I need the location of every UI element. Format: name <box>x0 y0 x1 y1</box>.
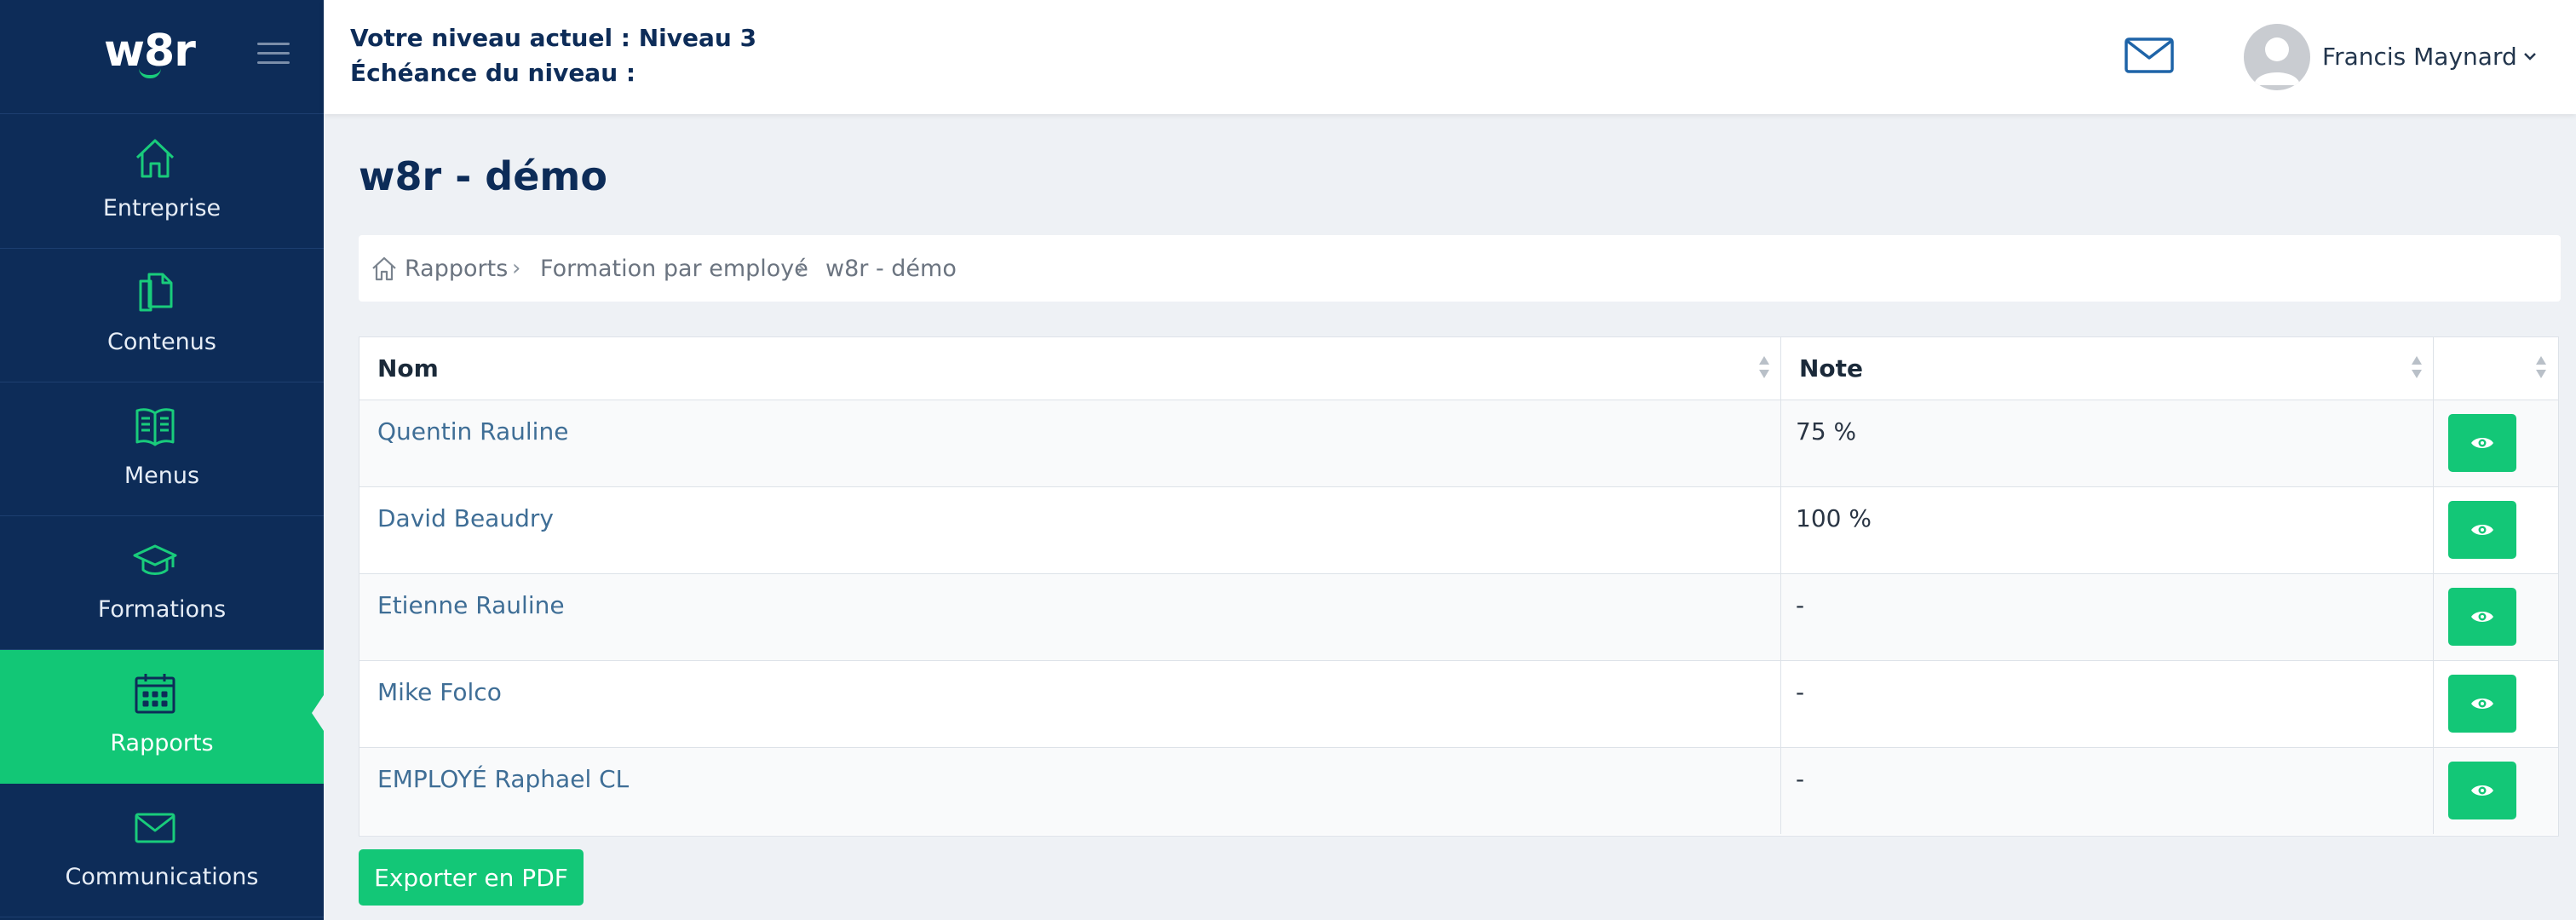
sort-icon[interactable] <box>2534 354 2548 383</box>
sidebar-item-entreprise[interactable]: Entreprise <box>0 115 324 249</box>
chevron-down-icon[interactable] <box>2521 48 2539 65</box>
calendar-icon <box>135 674 175 714</box>
breadcrumb: Rapports › Formation par employé › w8r -… <box>359 235 2561 302</box>
documents-icon <box>139 273 173 312</box>
eye-icon <box>2471 785 2493 796</box>
sort-icon[interactable] <box>1757 354 1771 383</box>
breadcrumb-separator-icon: › <box>512 256 521 281</box>
table-row: Etienne Rauline - <box>359 574 2558 661</box>
employee-name-link[interactable]: David Beaudry <box>377 504 554 532</box>
employee-note: - <box>1796 678 1805 706</box>
view-button[interactable] <box>2448 414 2516 472</box>
employee-name-link[interactable]: Etienne Rauline <box>377 591 565 619</box>
sidebar-item-label: Menus <box>124 463 200 489</box>
export-pdf-button[interactable]: Exporter en PDF <box>359 849 584 906</box>
eye-icon <box>2471 699 2493 709</box>
table-row: Mike Folco - <box>359 661 2558 748</box>
employee-note: 75 % <box>1796 417 1857 446</box>
employee-note: - <box>1796 765 1805 793</box>
employee-name-link[interactable]: Mike Folco <box>377 678 502 706</box>
view-button[interactable] <box>2448 675 2516 733</box>
sidebar-item-label: Contenus <box>107 329 216 355</box>
logo-bar: w8r <box>0 0 324 114</box>
view-button[interactable] <box>2448 762 2516 819</box>
employee-table: Nom Note Quentin Rauline 75 % David Beau… <box>359 336 2559 837</box>
mail-icon <box>135 813 175 843</box>
top-bar: Votre niveau actuel : Niveau 3 Échéance … <box>324 0 2576 114</box>
graduation-cap-icon <box>133 544 177 575</box>
employee-name-link[interactable]: EMPLOYÉ Raphael CL <box>377 765 629 793</box>
messages-mail-icon[interactable] <box>2125 37 2174 73</box>
employee-note: - <box>1796 591 1805 619</box>
view-button[interactable] <box>2448 501 2516 559</box>
menu-toggle-icon[interactable] <box>257 39 290 66</box>
column-header-actions[interactable] <box>2434 337 2558 400</box>
breadcrumb-item-current: w8r - démo <box>825 256 957 282</box>
eye-icon <box>2471 525 2493 535</box>
sidebar-item-formations[interactable]: Formations <box>0 516 324 650</box>
breadcrumb-item-formation[interactable]: Formation par employé <box>540 256 808 282</box>
home-icon[interactable] <box>371 256 398 281</box>
sidebar-item-rapports[interactable]: Rapports <box>0 650 324 784</box>
sidebar-item-communications[interactable]: Communications <box>0 784 324 917</box>
eye-icon <box>2471 438 2493 448</box>
breadcrumb-item-rapports[interactable]: Rapports <box>405 256 508 282</box>
sidebar-item-label: Rapports <box>110 730 214 756</box>
current-level-text: Votre niveau actuel : Niveau 3 <box>350 24 757 52</box>
sidebar-item-label: Communications <box>65 864 259 890</box>
sidebar-item-label: Entreprise <box>102 195 221 221</box>
book-icon <box>135 408 175 446</box>
table-row: David Beaudry 100 % <box>359 487 2558 574</box>
sort-icon[interactable] <box>2410 354 2424 383</box>
sidebar-item-contenus[interactable]: Contenus <box>0 249 324 382</box>
level-deadline-text: Échéance du niveau : <box>350 59 636 87</box>
logo-smile-mark <box>139 68 161 78</box>
sidebar: w8r Entreprise Contenus Menus Formations <box>0 0 324 920</box>
view-button[interactable] <box>2448 588 2516 646</box>
sidebar-item-label: Formations <box>97 596 227 623</box>
active-nav-pointer <box>312 693 325 733</box>
table-row: Quentin Rauline 75 % <box>359 400 2558 487</box>
sidebar-item-menus[interactable]: Menus <box>0 382 324 516</box>
employee-note: 100 % <box>1796 504 1872 532</box>
employee-name-link[interactable]: Quentin Rauline <box>377 417 568 446</box>
user-name[interactable]: Francis Maynard <box>2322 43 2517 71</box>
home-icon <box>135 139 175 178</box>
table-row: EMPLOYÉ Raphael CL - <box>359 748 2558 835</box>
page-title: w8r - démo <box>359 153 607 199</box>
column-header-note[interactable]: Note <box>1781 337 2434 400</box>
eye-icon <box>2471 612 2493 622</box>
avatar[interactable] <box>2244 24 2310 90</box>
breadcrumb-separator-icon: › <box>796 256 806 281</box>
user-silhouette-icon <box>2254 37 2300 85</box>
column-header-nom[interactable]: Nom <box>359 337 1781 400</box>
